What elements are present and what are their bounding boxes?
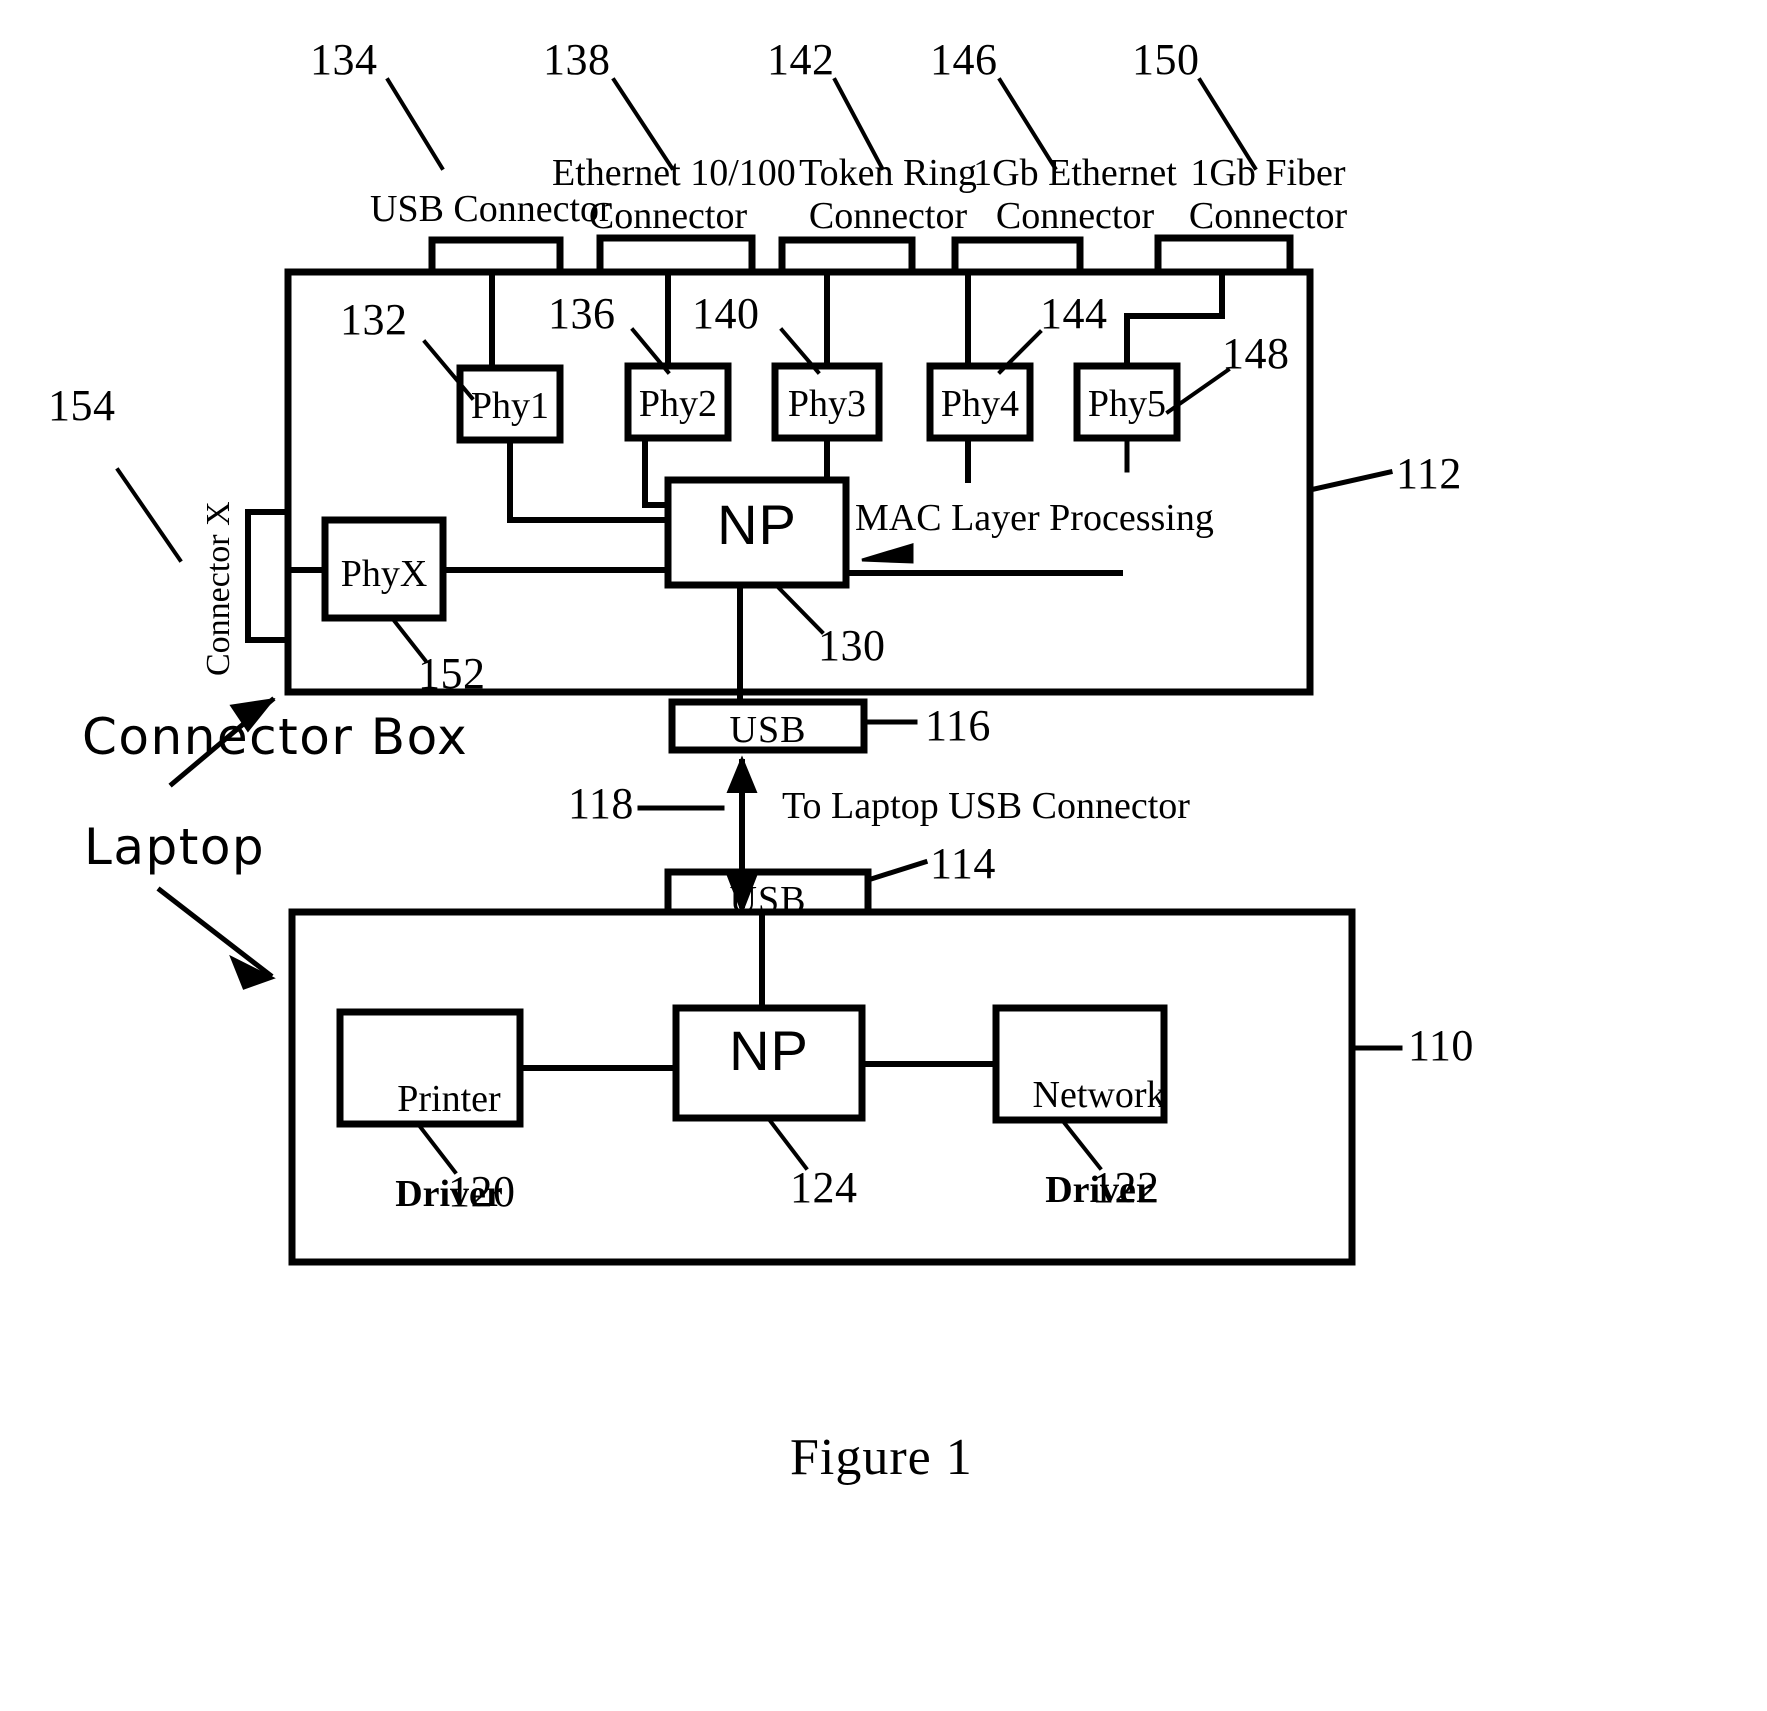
ref-124: 124 xyxy=(790,1163,858,1212)
ref-144: 144 xyxy=(1040,289,1108,338)
leader-130 xyxy=(773,582,825,635)
patent-figure-1: 134 138 142 146 150 USB Connector Ethern… xyxy=(0,0,1767,1711)
connector-box-callout: Connector Box xyxy=(82,708,469,766)
ref-152: 152 xyxy=(418,649,486,698)
ref-132: 132 xyxy=(340,295,408,344)
ref-142: 142 xyxy=(767,35,835,84)
phy5-label: Phy5 xyxy=(1087,383,1167,425)
ref-116: 116 xyxy=(925,701,991,750)
ref-136: 136 xyxy=(548,289,616,338)
tab-fiber xyxy=(1154,234,1294,276)
connector-label-ethernet: Ethernet 10/100 Connector xyxy=(552,152,796,237)
ref-122: 122 xyxy=(1092,1163,1160,1212)
connector-label-1gb-fiber: 1Gb Fiber Connector xyxy=(1188,152,1348,237)
leader-134 xyxy=(385,77,445,171)
laptop-arrow-shaft xyxy=(156,886,274,979)
phy2-label: Phy2 xyxy=(638,383,718,425)
network-driver-line1: Network xyxy=(1032,1073,1166,1116)
mac-arrow xyxy=(861,542,914,564)
np-label-laptop: NP xyxy=(729,1019,809,1082)
np-label-connector-box: NP xyxy=(717,493,797,556)
figure-caption: Figure 1 xyxy=(790,1429,973,1486)
tab-1gbe xyxy=(951,236,1084,276)
ref-118: 118 xyxy=(568,779,634,828)
phyx-label: PhyX xyxy=(340,553,428,595)
link-118-arrow-up xyxy=(726,755,758,793)
ref-114: 114 xyxy=(930,839,996,888)
ref-120: 120 xyxy=(448,1167,516,1216)
leader-114 xyxy=(864,858,929,884)
laptop-callout: Laptop xyxy=(84,818,266,876)
phy1-label: Phy1 xyxy=(470,385,550,427)
tab-usb xyxy=(428,236,564,276)
ref-130: 130 xyxy=(818,621,886,670)
phy5-feed xyxy=(1124,269,1225,369)
ref-112: 112 xyxy=(1396,449,1462,498)
connector-label-1gb-ethernet: 1Gb Ethernet Connector xyxy=(973,152,1177,237)
phy4-label: Phy4 xyxy=(940,383,1020,425)
connector-label-token-ring: Token Ring Connector xyxy=(799,152,977,237)
link-note: To Laptop USB Connector xyxy=(782,785,1190,827)
ref-134: 134 xyxy=(310,35,378,84)
phy3-label: Phy3 xyxy=(787,383,867,425)
usb-116-label: USB xyxy=(729,709,807,751)
leader-112 xyxy=(1307,469,1393,493)
ref-110: 110 xyxy=(1408,1021,1474,1070)
leader-124 xyxy=(765,1115,809,1171)
ref-154: 154 xyxy=(48,381,116,430)
ref-146: 146 xyxy=(930,35,998,84)
printer-driver-line1: Printer xyxy=(397,1077,501,1120)
mac-layer-note: MAC Layer Processing xyxy=(855,497,1214,539)
ref-140: 140 xyxy=(692,289,760,338)
ref-150: 150 xyxy=(1132,35,1200,84)
tab-eth xyxy=(596,234,756,276)
usb-114-label: USB xyxy=(729,879,807,921)
ref-148: 148 xyxy=(1222,329,1290,378)
leader-154 xyxy=(115,467,183,563)
connector-x-label: Connector X xyxy=(200,501,237,676)
tab-tr xyxy=(778,236,916,276)
ref-138: 138 xyxy=(543,35,611,84)
